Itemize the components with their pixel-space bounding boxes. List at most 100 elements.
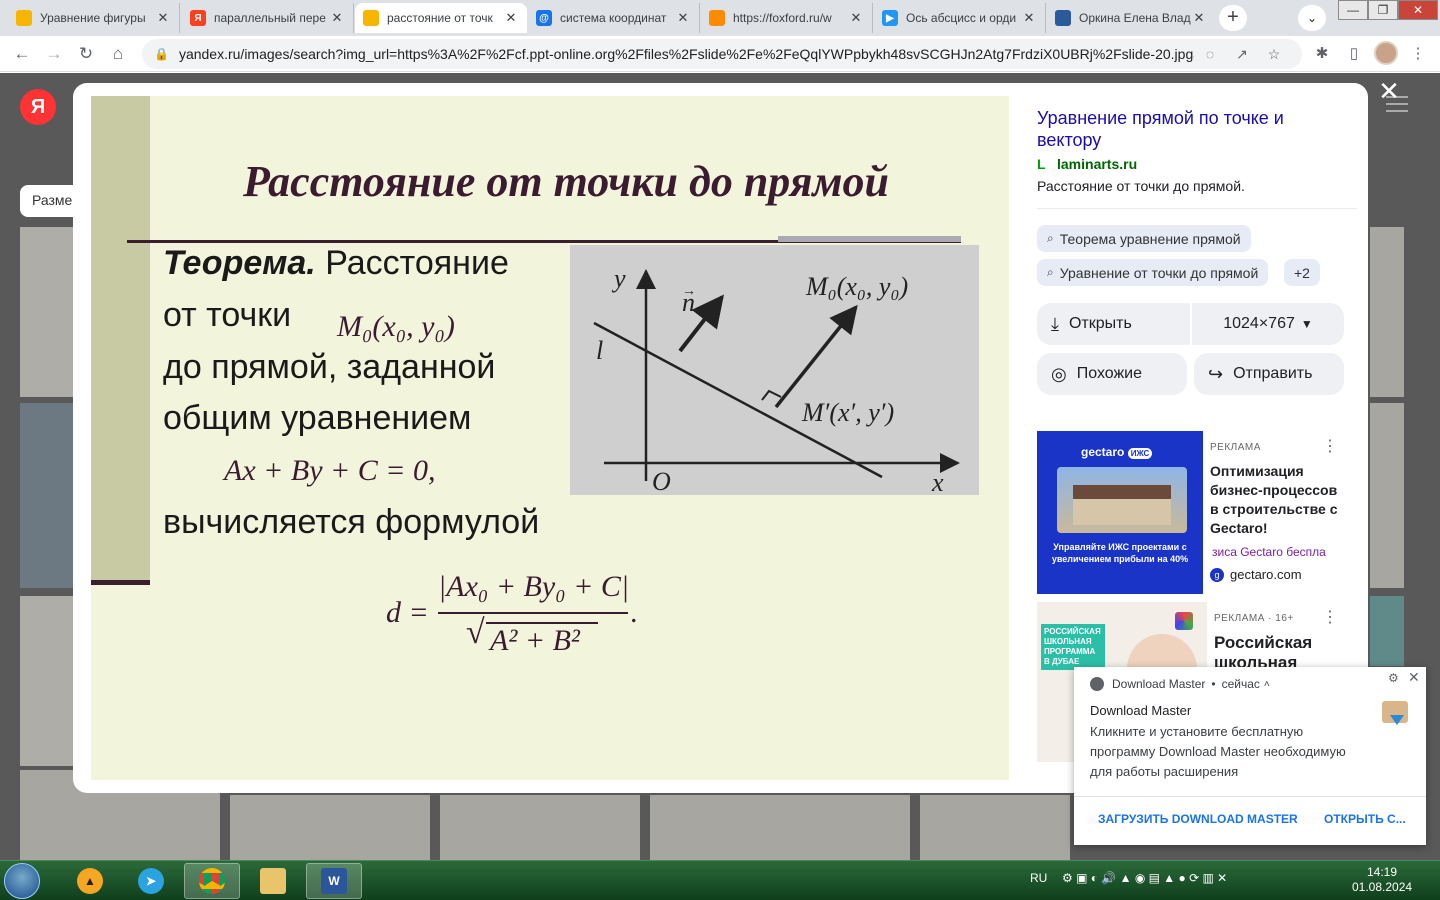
install-download-master-button[interactable]: ЗАГРУЗИТЬ DOWNLOAD MASTER — [1098, 812, 1298, 826]
start-button[interactable] — [4, 863, 40, 899]
tab-5[interactable]: https://foxford.ru/w ✕ — [701, 3, 873, 33]
yandex-logo[interactable]: Я — [20, 89, 56, 125]
ad-label: РЕКЛАМА · 16+ — [1214, 613, 1294, 624]
favicon-icon — [16, 10, 32, 26]
search-icon: ⌕ — [1047, 265, 1054, 279]
share-button[interactable]: ↪ Отправить — [1194, 353, 1344, 395]
favicon-icon — [1055, 10, 1071, 26]
source-page-title[interactable]: Уравнение прямой по точке и вектору — [1037, 107, 1337, 151]
vector-arrow-icon: → — [682, 282, 696, 298]
taskbar-telegram[interactable]: ➤ — [123, 863, 179, 899]
notification-header: Download Master • сейчас ˄ — [1090, 677, 1270, 691]
share-icon[interactable]: ↗ — [1226, 46, 1258, 63]
geometry-diagram: y x O l n → M₀(x₀, y₀) M′(x′, y′) — [570, 245, 979, 497]
language-indicator[interactable]: RU — [1030, 871, 1047, 885]
share-label: Отправить — [1233, 365, 1313, 382]
chip-label: Теорема уравнение прямой — [1059, 230, 1241, 247]
ad-image-gectaro[interactable]: gectaro ИЖС Управляйте ИЖС проектами с у… — [1037, 431, 1203, 594]
gear-icon[interactable]: ⚙ — [1388, 671, 1399, 685]
tab-close-icon[interactable]: ✕ — [329, 10, 345, 26]
url-text[interactable]: yandex.ru/images/search?img_url=https%3A… — [179, 46, 1194, 62]
bg-thumbnail[interactable] — [1370, 596, 1404, 666]
label-y: y — [611, 264, 626, 293]
taskbar-word[interactable]: W — [306, 863, 362, 899]
ad-title[interactable]: Российская школьная — [1214, 633, 1344, 669]
taskbar-explorer[interactable] — [245, 863, 301, 899]
diagram-svg: y x O l n → M₀(x₀, y₀) M′(x′, y′) — [593, 264, 960, 497]
bg-thumbnail[interactable] — [440, 795, 640, 860]
bg-thumbnail[interactable] — [650, 795, 910, 860]
forward-button[interactable]: → — [42, 42, 66, 66]
theorem-line-1: Теорема. Расстояние — [163, 244, 509, 283]
ad-image-caption: РОССИЙСКАЯ ШКОЛЬНАЯ ПРОГРАММА В ДУБАЕ — [1041, 624, 1105, 670]
formula-lhs: d = — [386, 596, 429, 629]
bg-thumbnail[interactable] — [1370, 227, 1404, 397]
similar-label: Похожие — [1076, 365, 1143, 382]
reload-button[interactable]: ↻ — [74, 42, 98, 66]
lock-icon[interactable]: 🔒 — [154, 47, 169, 61]
tab-title: Уравнение фигуры — [40, 11, 146, 25]
tray-icons[interactable]: ⚙ ▣ ◐ 🔊 ▲ ◉ ▤ ▲ ● ⟳ ▥ ✕ — [1062, 871, 1227, 885]
tab-title: https://foxford.ru/w — [733, 11, 832, 25]
lens-icon: ◎ — [1051, 363, 1067, 384]
site-favicon-icon: L — [1037, 156, 1046, 172]
window-close-button[interactable]: ✕ — [1398, 0, 1438, 20]
ad-menu-icon[interactable]: ⋮ — [1322, 436, 1338, 456]
back-button[interactable]: ← — [10, 42, 34, 66]
download-master-notification[interactable]: Download Master • сейчас ˄ ⚙ ✕ Download … — [1074, 667, 1426, 845]
tab-close-icon[interactable]: ✕ — [848, 10, 864, 26]
open-settings-button[interactable]: ОТКРЫТЬ С... — [1324, 812, 1406, 826]
more-chips-button[interactable]: +2 — [1284, 259, 1320, 286]
side-panel-icon[interactable]: ▯ — [1344, 44, 1364, 64]
image-description: Расстояние от точки до прямой. — [1037, 178, 1245, 194]
ad-menu-icon[interactable]: ⋮ — [1322, 607, 1338, 627]
address-bar[interactable]: 🔒 yandex.ru/images/search?img_url=https%… — [142, 39, 1302, 69]
new-tab-button[interactable]: + — [1219, 5, 1247, 31]
similar-button[interactable]: ◎ Похожие — [1037, 353, 1187, 395]
minimize-button[interactable]: — — [1338, 0, 1368, 20]
bg-thumbnail[interactable] — [920, 795, 1070, 860]
bg-thumbnail[interactable] — [230, 795, 430, 860]
close-icon[interactable]: ✕ — [1408, 669, 1420, 686]
restore-button[interactable]: ❐ — [1368, 0, 1398, 20]
favicon-icon — [363, 10, 379, 26]
open-button[interactable]: ⤓ Открыть — [1037, 303, 1190, 345]
tab-close-icon[interactable]: ✕ — [1021, 10, 1037, 26]
ad-title[interactable]: Оптимизация бизнес-процессов в строитель… — [1210, 462, 1340, 538]
house-shape — [1073, 485, 1171, 525]
close-viewer-button[interactable]: ✕ — [1376, 78, 1402, 104]
tab-7[interactable]: Оркина Елена Влад ✕ — [1047, 3, 1215, 33]
ad-image-caption: Управляйте ИЖС проектами с увеличением п… — [1051, 542, 1189, 564]
eye-off-icon[interactable]: ◌ — [1194, 46, 1226, 62]
header-separator: • — [1211, 677, 1216, 691]
clock-date: 01.08.2024 — [1352, 880, 1413, 894]
tab-4[interactable]: @ система координат ✕ — [528, 3, 700, 33]
tab-6[interactable]: ▶ Ось абсцисс и орди ✕ — [874, 3, 1046, 33]
tab-close-icon[interactable]: ✕ — [155, 10, 171, 26]
bookmark-star-icon[interactable]: ☆ — [1258, 46, 1290, 63]
tab-search-button[interactable]: ⌄ — [1298, 5, 1326, 31]
ad-domain[interactable]: g gectaro.com — [1210, 567, 1302, 582]
taskbar-app-1[interactable]: ▲ — [62, 863, 118, 899]
tab-3-active[interactable]: расстояние от точк ✕ — [355, 3, 527, 33]
chevron-up-icon[interactable]: ˄ — [1264, 679, 1270, 690]
taskbar-clock[interactable]: 14:19 01.08.2024 — [1352, 865, 1412, 895]
profile-avatar[interactable] — [1374, 41, 1398, 65]
related-search-chip-2[interactable]: ⌕ Уравнение от точки до прямой — [1037, 259, 1269, 286]
related-search-chip-1[interactable]: ⌕ Теорема уравнение прямой — [1037, 225, 1251, 252]
extensions-icon[interactable]: ✱ — [1312, 44, 1332, 64]
theorem-line-2: от точки — [163, 296, 292, 334]
tab-2[interactable]: Я параллельный пере ✕ — [182, 3, 354, 33]
notification-time: сейчас — [1221, 677, 1260, 691]
taskbar-chrome[interactable] — [184, 863, 240, 899]
source-domain[interactable]: L laminarts.ru — [1037, 156, 1137, 172]
menu-kebab-icon[interactable]: ⋮ — [1408, 44, 1428, 64]
slide-image[interactable]: Расстояние от точки до прямой Теорема. Р… — [91, 96, 1009, 780]
home-button[interactable]: ⌂ — [106, 42, 130, 66]
tab-close-icon[interactable]: ✕ — [503, 10, 519, 26]
tab-close-icon[interactable]: ✕ — [675, 10, 691, 26]
bg-thumbnail[interactable] — [1370, 403, 1404, 588]
tab-close-icon[interactable]: ✕ — [1191, 10, 1207, 26]
image-size-dropdown[interactable]: 1024×767 ▼ — [1192, 303, 1344, 345]
tab-1[interactable]: Уравнение фигуры ✕ — [8, 3, 180, 33]
